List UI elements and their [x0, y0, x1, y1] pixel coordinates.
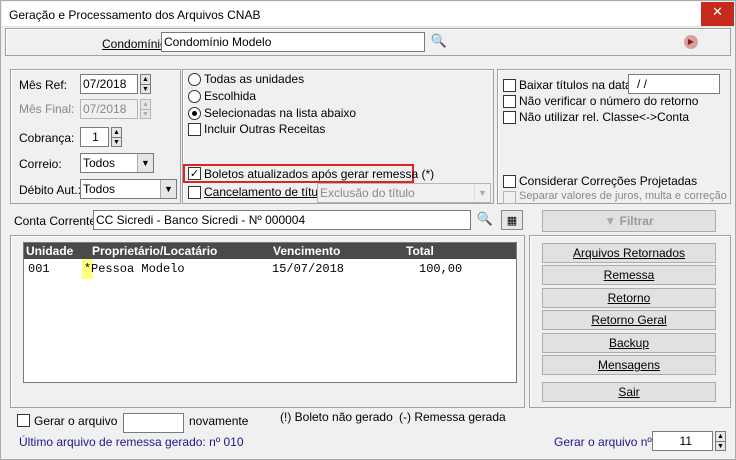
cnab-window: Geração e Processamento dos Arquivos CNA… — [0, 0, 736, 460]
play-icon[interactable]: ▶ — [684, 35, 698, 49]
column-header[interactable]: Total — [406, 244, 434, 258]
cell-nome: Pessoa Modelo — [91, 262, 185, 276]
column-header[interactable]: Vencimento — [273, 244, 340, 258]
mes-final-field: 07/2018 — [80, 99, 138, 119]
retorno-geral-button[interactable]: Retorno Geral — [542, 310, 716, 330]
mes-ref-label: Mês Ref: — [19, 78, 68, 92]
cobranca-field[interactable]: 1 — [80, 127, 109, 147]
conta-corrente-field[interactable]: CC Sicredi - Banco Sicredi - Nº 000004 — [93, 210, 471, 230]
check-gerar-arquivo[interactable] — [17, 414, 30, 427]
cancelamento-value: Exclusão do título — [320, 186, 415, 200]
backup-button[interactable]: Backup — [542, 333, 716, 353]
check-separar-valores — [503, 191, 516, 204]
gerar-numero-spinner[interactable]: ▲ ▼ — [715, 431, 726, 451]
condominio-field[interactable]: Condomínio Modelo — [161, 32, 425, 52]
correio-label: Correio: — [19, 157, 62, 171]
check-baixar-titulos[interactable] — [503, 79, 516, 92]
cell-vencimento: 15/07/2018 — [272, 262, 345, 276]
check-outras-receitas[interactable] — [188, 123, 201, 136]
retorno-button[interactable]: Retorno — [542, 288, 716, 308]
radio-todas-unidades[interactable] — [188, 73, 201, 86]
binoculars-icon[interactable]: 🔍 — [428, 32, 450, 52]
check-nao-verificar[interactable] — [503, 95, 516, 108]
mes-ref-spinner[interactable]: ▲ ▼ — [140, 74, 151, 94]
units-table[interactable]: Unidade Proprietário/Locatário Venciment… — [23, 242, 517, 383]
binoculars-icon[interactable]: 🔍 — [474, 210, 496, 230]
check-considerar-correcoes[interactable] — [503, 175, 516, 188]
mes-ref-field[interactable]: 07/2018 — [80, 74, 138, 94]
mes-final-spinner: ▲ ▼ — [140, 99, 151, 119]
chevron-down-icon[interactable]: ▼ — [160, 180, 176, 198]
check-cancelamento[interactable] — [188, 186, 201, 199]
baixar-date-field[interactable]: / / — [628, 74, 720, 94]
check-considerar-label: Considerar Correções Projetadas — [519, 174, 698, 188]
novamente-label: novamente — [189, 414, 249, 428]
radio-selecionadas-label: Selecionadas na lista abaixo — [204, 106, 357, 120]
gerar-arquivo-field[interactable] — [123, 413, 184, 433]
check-boletos-atualizados[interactable]: ✓ — [188, 167, 201, 180]
column-header[interactable]: Unidade — [26, 244, 73, 258]
condominio-label: Condomínio: — [102, 37, 171, 51]
conta-corrente-label: Conta Corrente: — [14, 214, 100, 228]
window-title: Geração e Processamento dos Arquivos CNA… — [9, 8, 261, 22]
legend-boleto-nao-gerado: (!) Boleto não gerado — [280, 410, 393, 424]
gerar-numero-label: Gerar o arquivo nº: — [554, 435, 656, 449]
check-nao-utilizar-label: Não utilizar rel. Classe<->Conta — [519, 110, 690, 124]
radio-selecionadas[interactable] — [188, 107, 201, 120]
filtrar-label: Filtrar — [619, 214, 654, 228]
correio-value: Todos — [83, 156, 116, 170]
check-cancelamento-label: Cancelamento de título — [204, 185, 328, 199]
radio-escolhida[interactable] — [188, 90, 201, 103]
cell-total: 100,00 — [419, 262, 463, 276]
remessa-button[interactable]: Remessa — [542, 265, 716, 285]
radio-todas-label: Todas as unidades — [204, 72, 305, 86]
sair-button[interactable]: Sair — [542, 382, 716, 402]
gerar-arquivo-label: Gerar o arquivo — [34, 414, 118, 428]
close-button[interactable]: ✕ — [701, 2, 734, 26]
table-row[interactable]: 001 * Pessoa Modelo 15/07/2018 100,00 — [24, 259, 516, 279]
cobranca-spinner[interactable]: ▲ ▼ — [111, 127, 122, 147]
check-nao-utilizar[interactable] — [503, 111, 516, 124]
settings-icon[interactable]: ▦ — [501, 210, 523, 230]
chevron-down-icon: ▼ — [474, 184, 490, 202]
check-nao-verificar-label: Não verificar o número do retorno — [519, 94, 699, 108]
cell-unidade: 001 — [28, 262, 50, 276]
check-baixar-label: Baixar títulos na data: — [519, 78, 636, 92]
debito-aut-value: Todos — [83, 182, 116, 196]
gerar-numero-field[interactable]: 11 — [652, 431, 713, 451]
radio-escolhida-label: Escolhida — [204, 89, 257, 103]
legend-remessa-gerada: (-) Remessa gerada — [399, 410, 506, 424]
cobranca-label: Cobrança: — [19, 131, 75, 145]
chevron-down-icon[interactable]: ▼ — [137, 154, 153, 172]
check-boletos-label: Boletos atualizados após gerar remessa (… — [204, 167, 435, 181]
funnel-icon: ▼ — [604, 214, 617, 228]
check-outras-receitas-label: Incluir Outras Receitas — [204, 122, 326, 136]
table-header: Unidade Proprietário/Locatário Venciment… — [24, 243, 516, 259]
ultimo-arquivo-status: Último arquivo de remessa gerado: nº 010 — [19, 435, 244, 449]
column-header[interactable]: Proprietário/Locatário — [92, 244, 217, 258]
check-separar-label: Separar valores de juros, multa e correç… — [519, 190, 727, 202]
mensagens-button[interactable]: Mensagens — [542, 355, 716, 375]
title-bar: Geração e Processamento dos Arquivos CNA… — [2, 2, 734, 27]
arquivos-retornados-button[interactable]: Arquivos Retornados — [542, 243, 716, 263]
mes-final-label: Mês Final: — [19, 102, 75, 116]
filtrar-button: ▼ Filtrar — [542, 210, 716, 232]
debito-aut-label: Débito Aut.: — [19, 183, 82, 197]
correio-select[interactable]: Todos ▼ — [80, 153, 154, 173]
debito-aut-select[interactable]: Todos ▼ — [80, 179, 177, 199]
cancelamento-select: Exclusão do título ▼ — [317, 183, 491, 203]
